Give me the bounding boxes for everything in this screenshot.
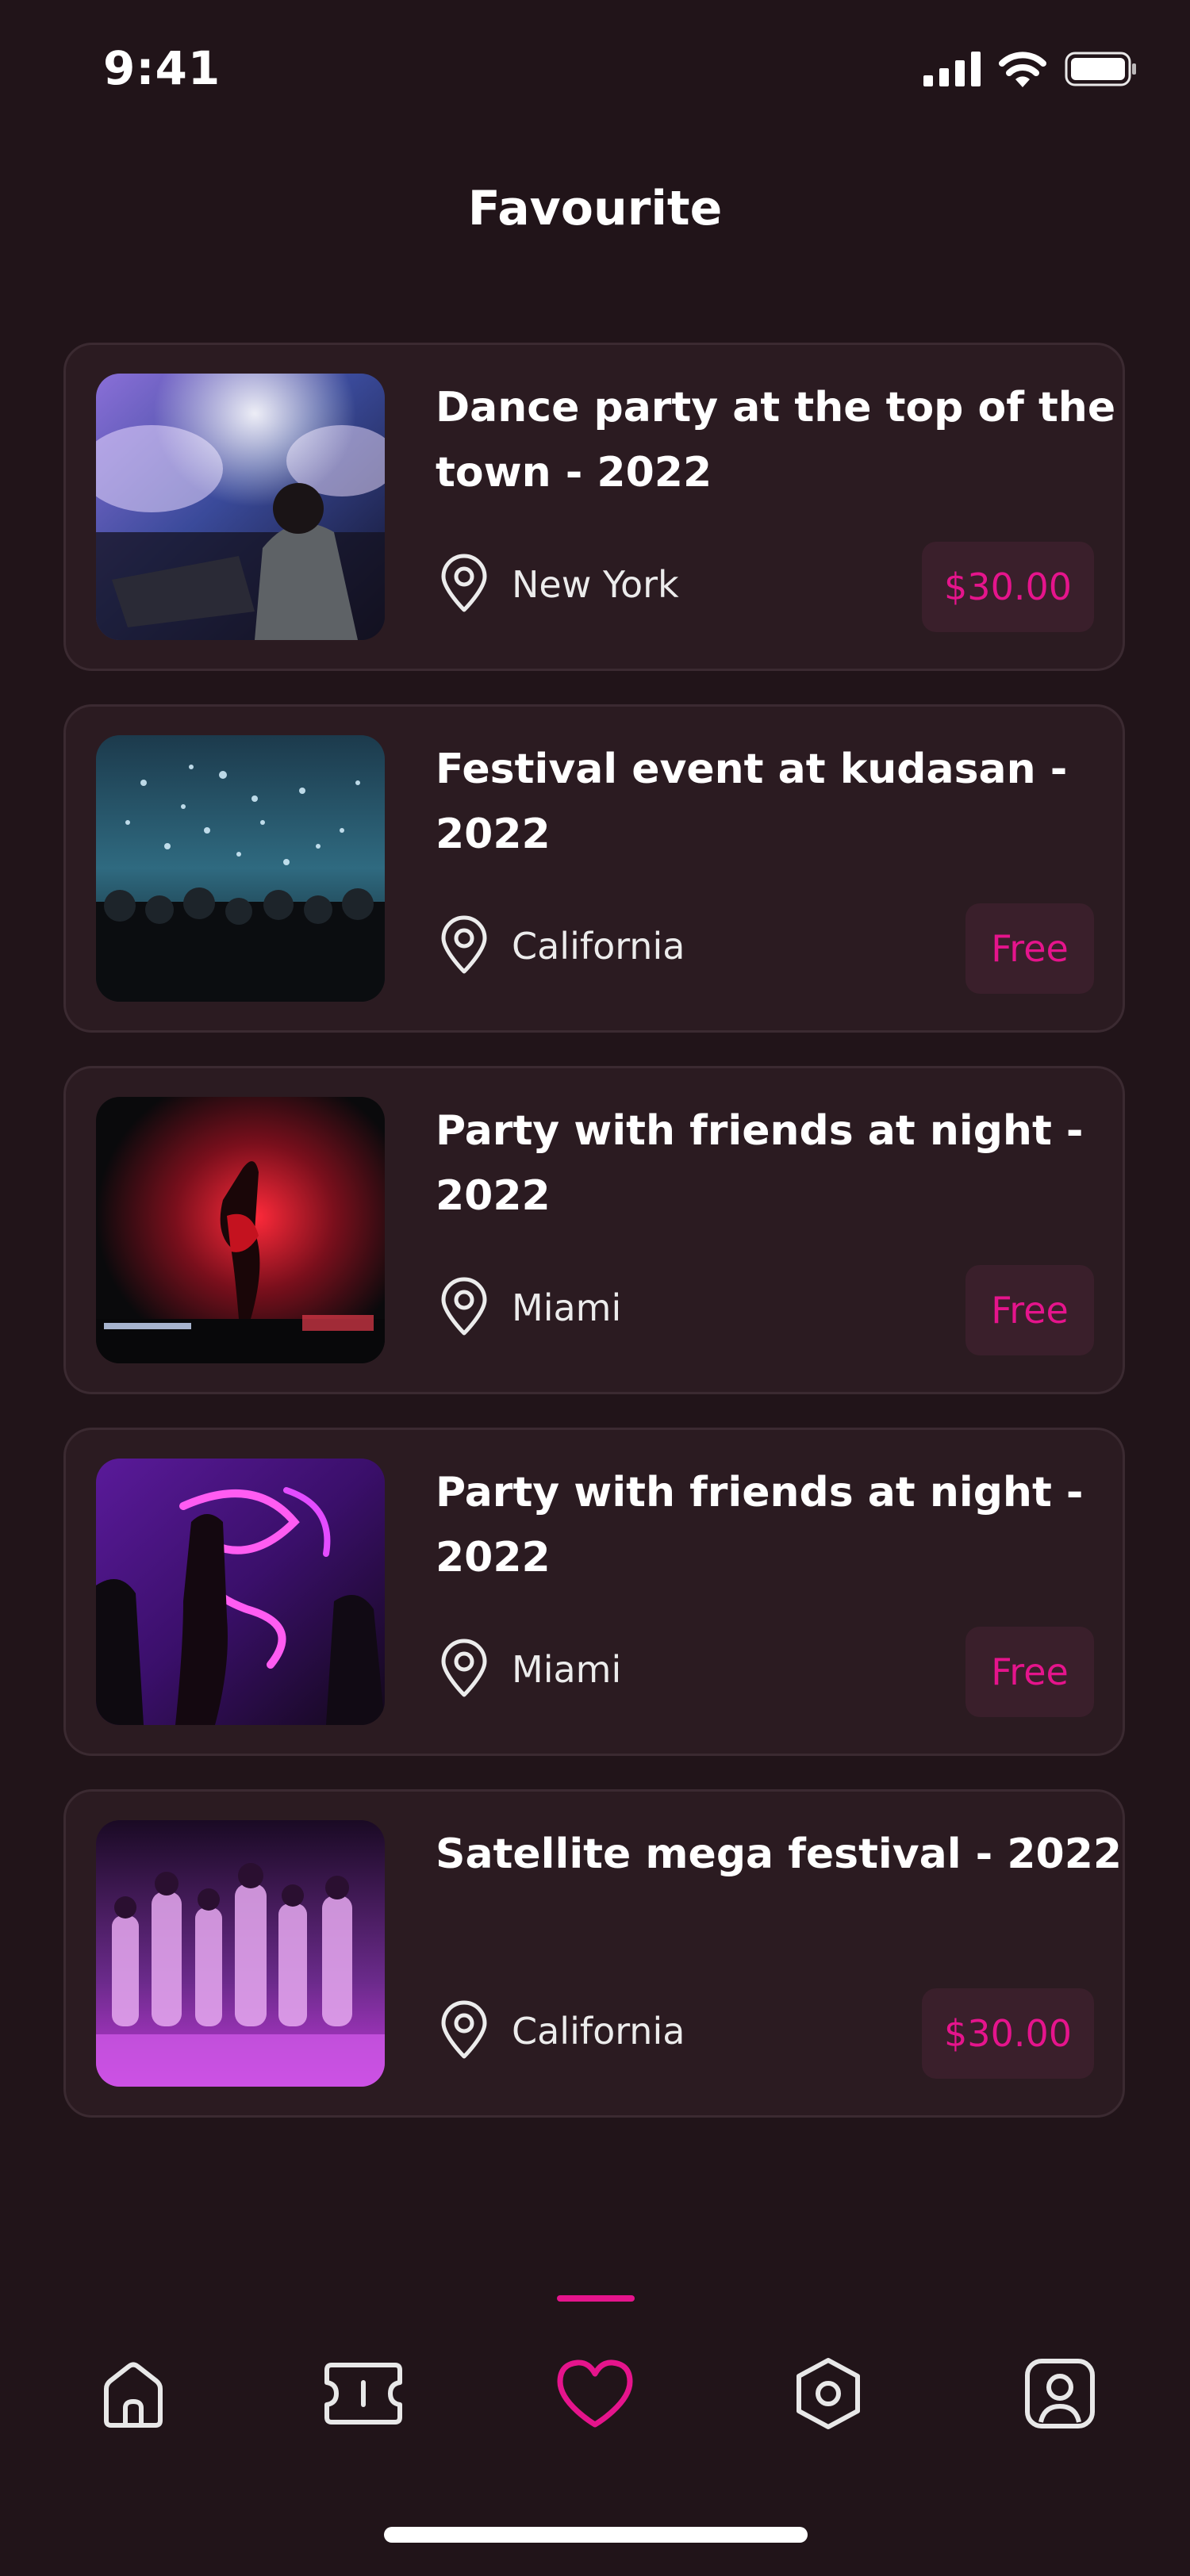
price-badge: Free: [965, 1265, 1094, 1355]
event-card[interactable]: Dance party at the top of the town - 202…: [63, 343, 1125, 671]
tab-explore[interactable]: [781, 2348, 876, 2443]
event-card[interactable]: Party with friends at night - 2022 Miami…: [63, 1066, 1125, 1394]
location-pin-icon: [439, 914, 489, 978]
event-image: [96, 1820, 385, 2087]
event-location: California: [439, 1999, 685, 2063]
page-title: Favourite: [467, 181, 723, 236]
location-text: California: [512, 2010, 685, 2053]
bottom-tab-bar: [0, 2284, 1190, 2474]
status-bar: 9:41: [0, 0, 1190, 143]
event-title: Festival event at kudasan - 2022: [436, 746, 1068, 858]
active-tab-indicator: [557, 2295, 635, 2302]
explore-icon: [793, 2356, 864, 2435]
location-text: New York: [512, 563, 679, 606]
event-location: New York: [439, 553, 679, 616]
event-title: Satellite mega festival - 2022: [436, 1830, 1123, 1878]
wifi-icon: [998, 51, 1047, 90]
status-icons: [923, 51, 1138, 90]
event-title: Dance party at the top of the town - 202…: [436, 384, 1116, 496]
tab-tickets[interactable]: [316, 2348, 411, 2443]
home-icon: [95, 2356, 171, 2435]
ticket-icon: [324, 2360, 403, 2430]
event-location: Miami: [439, 1276, 621, 1340]
event-image: [96, 374, 385, 640]
location-pin-icon: [439, 1638, 489, 1701]
location-text: California: [512, 925, 685, 968]
event-card[interactable]: Festival event at kudasan - 2022 Califor…: [63, 704, 1125, 1033]
event-card[interactable]: Satellite mega festival - 2022 Californi…: [63, 1789, 1125, 2118]
tab-profile[interactable]: [1012, 2348, 1107, 2443]
cellular-signal-icon: [923, 52, 981, 90]
location-pin-icon: [439, 553, 489, 616]
location-pin-icon: [439, 1999, 489, 2063]
profile-icon: [1023, 2357, 1096, 2433]
location-text: Miami: [512, 1648, 622, 1691]
price-badge: $30.00: [922, 542, 1094, 632]
event-image: [96, 735, 385, 1002]
event-card[interactable]: Party with friends at night - 2022 Miami…: [63, 1428, 1125, 1756]
price-badge: Free: [965, 1627, 1094, 1717]
location-pin-icon: [439, 1276, 489, 1340]
event-title: Party with friends at night - 2022: [436, 1107, 1084, 1220]
event-title: Party with friends at night - 2022: [436, 1469, 1084, 1581]
event-location: Miami: [439, 1638, 621, 1701]
event-image: [96, 1459, 385, 1725]
heart-icon: [555, 2358, 635, 2432]
price-badge: Free: [965, 903, 1094, 994]
event-location: California: [439, 914, 685, 978]
price-badge: $30.00: [922, 1988, 1094, 2079]
favourites-list: Dance party at the top of the town - 202…: [63, 343, 1125, 2151]
home-indicator: [384, 2527, 808, 2543]
tab-home[interactable]: [86, 2348, 181, 2443]
tab-favourite[interactable]: [547, 2348, 643, 2443]
status-time: 9:41: [103, 41, 221, 95]
location-text: Miami: [512, 1286, 622, 1329]
event-image: [96, 1097, 385, 1363]
battery-icon: [1065, 52, 1138, 90]
